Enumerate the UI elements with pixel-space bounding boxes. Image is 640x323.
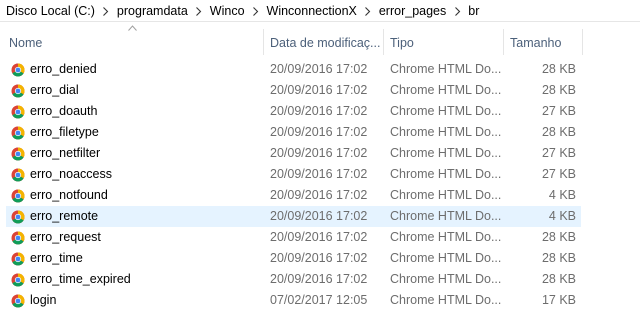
file-date: 20/09/2016 17:02 [270,272,368,286]
file-size: 4 KB [548,209,576,223]
file-name: erro_doauth [30,104,98,118]
file-type: Chrome HTML Do... [390,230,502,244]
file-row[interactable]: erro_time 20/09/2016 17:02 Chrome HTML Do.… [6,248,581,269]
file-size: 17 KB [541,293,576,307]
file-size: 28 KB [541,83,576,97]
column-header-size[interactable]: Tamanho [504,27,582,58]
chrome-icon [11,273,25,287]
column-header-name[interactable]: Nome [3,27,261,58]
breadcrumb: Disco Local (C:) programdata Winco Winconne… [0,0,640,22]
file-name: login [30,293,57,307]
chevron-right-icon[interactable] [448,4,466,18]
file-row[interactable]: erro_filetype 20/09/2016 17:02 Chrome HTML… [6,122,581,143]
file-name: erro_request [30,230,101,244]
file-type: Chrome HTML Do... [390,104,502,118]
breadcrumb-item[interactable]: br [466,4,481,18]
file-row[interactable]: erro_noaccess 20/09/2016 17:02 Chrome HTML… [6,164,581,185]
file-size: 28 KB [541,251,576,265]
file-size: 28 KB [541,272,576,286]
file-type: Chrome HTML Do... [390,188,502,202]
breadcrumb-item[interactable]: programdata [115,4,190,18]
file-size: 28 KB [541,230,576,244]
chevron-right-icon[interactable] [247,4,265,18]
file-date: 20/09/2016 17:02 [270,125,368,139]
chrome-icon [11,105,25,119]
chrome-icon [11,168,25,182]
file-row[interactable]: login 07/02/2017 12:05 Chrome HTML Do... 17… [6,290,581,311]
file-row[interactable]: erro_request 20/09/2016 17:02 Chrome HTML … [6,227,581,248]
file-date: 20/09/2016 17:02 [270,209,368,223]
column-header-date[interactable]: Data de modificaç... [264,27,382,58]
file-size: 4 KB [548,188,576,202]
breadcrumb-item[interactable]: error_pages [377,4,448,18]
file-name: erro_denied [30,62,97,76]
chevron-right-icon[interactable] [97,4,115,18]
file-name: erro_filetype [30,125,99,139]
chrome-icon [11,147,25,161]
chrome-icon [11,84,25,98]
file-row[interactable]: erro_denied 20/09/2016 17:02 Chrome HTML D… [6,59,581,80]
file-type: Chrome HTML Do... [390,83,502,97]
file-date: 20/09/2016 17:02 [270,167,368,181]
file-date: 20/09/2016 17:02 [270,146,368,160]
file-name: erro_noaccess [30,167,112,181]
breadcrumb-item[interactable]: WinconnectionX [265,4,359,18]
file-date: 07/02/2017 12:05 [270,293,368,307]
file-name: erro_time_expired [30,272,131,286]
file-size: 28 KB [541,125,576,139]
chrome-icon [11,252,25,266]
column-header-type[interactable]: Tipo [384,27,502,58]
file-type: Chrome HTML Do... [390,62,502,76]
chrome-icon [11,126,25,140]
chrome-icon [11,294,25,308]
file-type: Chrome HTML Do... [390,293,502,307]
chrome-icon [11,189,25,203]
file-date: 20/09/2016 17:02 [270,104,368,118]
file-type: Chrome HTML Do... [390,125,502,139]
file-date: 20/09/2016 17:02 [270,83,368,97]
file-type: Chrome HTML Do... [390,251,502,265]
column-divider[interactable] [582,29,583,55]
file-size: 28 KB [541,62,576,76]
file-row[interactable]: erro_netfilter 20/09/2016 17:02 Chrome HTM… [6,143,581,164]
file-name: erro_notfound [30,188,108,202]
breadcrumb-item[interactable]: Winco [208,4,247,18]
file-row[interactable]: erro_dial 20/09/2016 17:02 Chrome HTML Do.… [6,80,581,101]
chrome-icon [11,63,25,77]
file-name: erro_time [30,251,83,265]
file-date: 20/09/2016 17:02 [270,251,368,265]
file-size: 27 KB [541,146,576,160]
chevron-right-icon[interactable] [190,4,208,18]
file-type: Chrome HTML Do... [390,209,502,223]
file-name: erro_dial [30,83,79,97]
file-row[interactable]: erro_notfound 20/09/2016 17:02 Chrome HTML… [6,185,581,206]
file-size: 27 KB [541,104,576,118]
breadcrumb-item[interactable]: Disco Local (C:) [4,4,97,18]
file-type: Chrome HTML Do... [390,167,502,181]
file-name: erro_netfilter [30,146,101,160]
file-date: 20/09/2016 17:02 [270,230,368,244]
file-row[interactable]: erro_time_expired 20/09/2016 17:02 Chrome … [6,269,581,290]
file-size: 27 KB [541,167,576,181]
chevron-right-icon[interactable] [359,4,377,18]
chrome-icon [11,210,25,224]
chrome-icon [11,231,25,245]
column-header-bar: Nome Data de modificaç... Tipo Tamanho [0,25,640,58]
file-type: Chrome HTML Do... [390,272,502,286]
file-name: erro_remote [30,209,99,223]
file-type: Chrome HTML Do... [390,146,502,160]
file-row[interactable]: erro_remote 20/09/2016 17:02 Chrome HTML D… [6,206,581,227]
file-date: 20/09/2016 17:02 [270,188,368,202]
file-date: 20/09/2016 17:02 [270,62,368,76]
file-row[interactable]: erro_doauth 20/09/2016 17:02 Chrome HTML D… [6,101,581,122]
